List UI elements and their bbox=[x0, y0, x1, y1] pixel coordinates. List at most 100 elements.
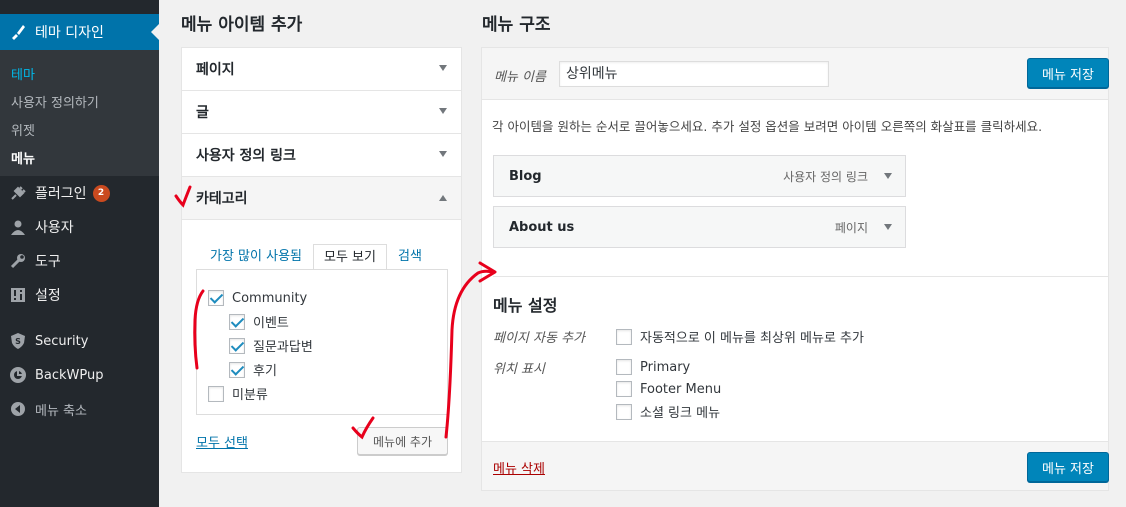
menu-header: 메뉴 이름 상위메뉴 메뉴 저장 bbox=[482, 48, 1109, 100]
menu-item-blog[interactable]: Blog 사용자 정의 링크 bbox=[493, 155, 906, 197]
sidebar-item-label: 도구 bbox=[35, 254, 61, 270]
sidebar-item-label: 설정 bbox=[35, 288, 61, 304]
backwpup-icon bbox=[9, 366, 27, 384]
submenu-menus[interactable]: 메뉴 bbox=[11, 148, 35, 167]
select-all-link[interactable]: 모두 선택 bbox=[196, 432, 248, 451]
submenu-customize[interactable]: 사용자 정의하기 bbox=[11, 92, 99, 111]
plugin-icon bbox=[9, 184, 27, 202]
wrench-icon bbox=[9, 252, 27, 270]
location-label: 위치 표시 bbox=[493, 362, 545, 377]
checkbox[interactable] bbox=[229, 313, 245, 330]
brush-icon bbox=[9, 23, 27, 41]
checkbox[interactable] bbox=[208, 385, 224, 402]
divider bbox=[493, 276, 1109, 277]
save-menu-button-bottom[interactable]: 메뉴 저장 bbox=[1027, 452, 1109, 482]
sidebar-item-security[interactable]: S Security bbox=[0, 325, 159, 357]
sidebar-item-users[interactable]: 사용자 bbox=[0, 211, 159, 243]
update-count-badge: 2 bbox=[92, 184, 110, 202]
sidebar-item-label: 사용자 bbox=[35, 220, 74, 236]
accordion-label: 페이지 bbox=[196, 62, 235, 78]
location-primary[interactable]: Primary bbox=[616, 359, 690, 375]
svg-text:S: S bbox=[15, 337, 21, 346]
category-label: 질문과답변 bbox=[253, 340, 313, 355]
accordion-label: 글 bbox=[196, 105, 209, 121]
tab-most-used[interactable]: 가장 많이 사용됨 bbox=[202, 244, 310, 270]
menu-name-input[interactable]: 상위메뉴 bbox=[559, 61, 829, 87]
sidebar-item-plugins[interactable]: 플러그인 2 bbox=[0, 177, 159, 209]
category-item[interactable]: 질문과답변 bbox=[229, 336, 313, 355]
sidebar-item-tools[interactable]: 도구 bbox=[0, 245, 159, 277]
sidebar-separator bbox=[0, 316, 159, 317]
submenu-widgets[interactable]: 위젯 bbox=[11, 120, 35, 139]
sidebar-item-settings[interactable]: 설정 bbox=[0, 279, 159, 311]
sidebar-item-label: BackWPup bbox=[35, 367, 104, 383]
category-label: 후기 bbox=[253, 364, 277, 379]
checkbox[interactable] bbox=[229, 361, 245, 378]
add-menu-items-panel: 페이지 글 사용자 정의 링크 카테고리 가장 많이 사용됨 모두 보기 검색 … bbox=[181, 47, 462, 473]
add-to-menu-button[interactable]: 메뉴에 추가 bbox=[357, 427, 448, 455]
checkbox[interactable] bbox=[616, 381, 632, 397]
auto-add-option[interactable]: 자동적으로 이 메뉴를 최상위 메뉴로 추가 bbox=[616, 327, 864, 346]
settings-icon bbox=[9, 286, 27, 304]
sidebar-item-label: 테마 디자인 bbox=[35, 25, 104, 41]
sidebar-item-label: 메뉴 축소 bbox=[35, 403, 87, 419]
category-tabs: 가장 많이 사용됨 모두 보기 검색 bbox=[196, 244, 448, 270]
add-menu-items-title: 메뉴 아이템 추가 bbox=[181, 15, 303, 35]
sidebar-item-appearance[interactable]: 테마 디자인 bbox=[0, 14, 159, 50]
save-menu-button[interactable]: 메뉴 저장 bbox=[1027, 58, 1109, 88]
user-icon bbox=[9, 218, 27, 236]
menu-item-title: Blog bbox=[509, 168, 542, 184]
menu-item-type: 페이지 bbox=[834, 220, 868, 235]
menu-structure-panel: 메뉴 이름 상위메뉴 메뉴 저장 각 아이템을 원하는 순서로 끌어놓으세요. … bbox=[481, 47, 1109, 491]
category-label: Community bbox=[232, 290, 308, 306]
category-checklist: Community 이벤트 질문과답변 후기 미분류 bbox=[196, 269, 448, 415]
collapse-menu-button[interactable]: 메뉴 축소 bbox=[0, 393, 159, 425]
sidebar-item-label: Security bbox=[35, 333, 89, 349]
collapse-icon bbox=[9, 400, 27, 418]
menu-item-about-us[interactable]: About us 페이지 bbox=[493, 206, 906, 248]
accordion-label: 카테고리 bbox=[196, 191, 248, 207]
menu-item-type: 사용자 정의 링크 bbox=[783, 169, 868, 184]
auto-add-label: 페이지 자동 추가 bbox=[493, 331, 585, 346]
location-option-label: 소셜 링크 메뉴 bbox=[640, 406, 721, 421]
auto-add-option-label: 자동적으로 이 메뉴를 최상위 메뉴로 추가 bbox=[640, 331, 864, 346]
checkbox[interactable] bbox=[616, 359, 632, 375]
drag-instructions: 각 아이템을 원하는 순서로 끌어놓으세요. 추가 설정 옵션을 보려면 아이템… bbox=[492, 119, 1043, 134]
chevron-down-icon[interactable] bbox=[884, 173, 892, 179]
category-item[interactable]: 후기 bbox=[229, 360, 277, 379]
checkbox[interactable] bbox=[616, 328, 632, 345]
menu-item-title: About us bbox=[509, 219, 575, 235]
category-label: 이벤트 bbox=[253, 316, 289, 331]
delete-menu-link[interactable]: 메뉴 삭제 bbox=[493, 458, 545, 477]
tab-view-all[interactable]: 모두 보기 bbox=[313, 244, 387, 270]
accordion-label: 사용자 정의 링크 bbox=[196, 148, 296, 164]
category-item[interactable]: 이벤트 bbox=[229, 312, 289, 331]
checkbox[interactable] bbox=[229, 337, 245, 354]
chevron-down-icon[interactable] bbox=[884, 224, 892, 230]
sidebar-item-backwpup[interactable]: BackWPup bbox=[0, 359, 159, 391]
accordion-pages[interactable]: 페이지 bbox=[182, 48, 461, 91]
category-label: 미분류 bbox=[232, 388, 268, 403]
menu-structure-title: 메뉴 구조 bbox=[482, 15, 551, 35]
menu-name-label: 메뉴 이름 bbox=[494, 70, 546, 85]
location-option-label: Primary bbox=[640, 359, 691, 375]
shield-icon: S bbox=[9, 332, 27, 350]
chevron-down-icon bbox=[439, 65, 447, 71]
checkbox[interactable] bbox=[616, 403, 632, 420]
location-option-label: Footer Menu bbox=[640, 381, 722, 397]
location-footer[interactable]: Footer Menu bbox=[616, 381, 721, 397]
accordion-custom-links[interactable]: 사용자 정의 링크 bbox=[182, 134, 461, 177]
category-item[interactable]: 미분류 bbox=[208, 384, 268, 403]
menu-footer: 메뉴 삭제 메뉴 저장 bbox=[482, 441, 1109, 490]
chevron-down-icon bbox=[439, 108, 447, 114]
tab-search[interactable]: 검색 bbox=[390, 244, 430, 270]
menu-settings-title: 메뉴 설정 bbox=[493, 296, 558, 315]
chevron-up-icon bbox=[439, 195, 447, 201]
accordion-categories[interactable]: 카테고리 bbox=[182, 177, 461, 220]
checkbox[interactable] bbox=[208, 290, 224, 306]
submenu-themes[interactable]: 테마 bbox=[11, 64, 35, 83]
category-item[interactable]: Community bbox=[208, 290, 307, 306]
accordion-posts[interactable]: 글 bbox=[182, 91, 461, 134]
location-social[interactable]: 소셜 링크 메뉴 bbox=[616, 402, 720, 421]
appearance-submenu: 테마 사용자 정의하기 위젯 메뉴 bbox=[0, 50, 159, 176]
